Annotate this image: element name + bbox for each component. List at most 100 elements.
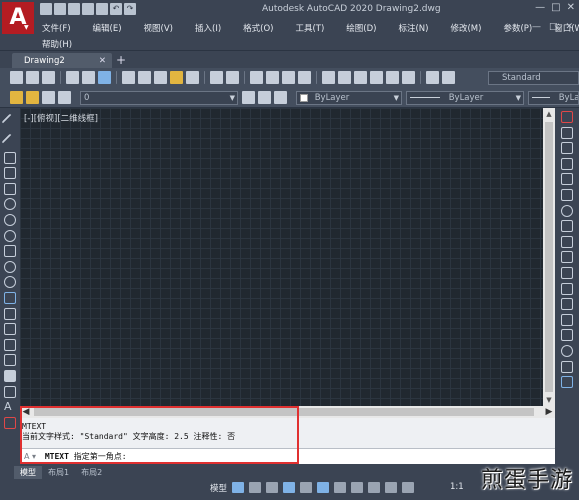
vertical-scrollbar[interactable]: ▲ ▼ [543, 108, 555, 406]
vertical-scroll-thumb[interactable] [545, 122, 553, 392]
tab-close-icon[interactable]: ✕ [99, 53, 106, 69]
explode-icon[interactable] [561, 376, 573, 389]
sheet-set-icon[interactable] [370, 71, 383, 84]
pan-icon[interactable] [250, 71, 263, 84]
region-icon[interactable] [4, 369, 16, 382]
lineweight-dropdown[interactable]: ByLa [528, 91, 579, 105]
command-line-input[interactable]: A ▾ MTEXT 指定第一角点: [20, 448, 555, 464]
publish-icon[interactable] [98, 71, 111, 84]
grid-icon[interactable] [232, 482, 244, 493]
line-icon[interactable] [1, 113, 19, 131]
plot-icon[interactable] [66, 71, 79, 84]
scroll-down-icon[interactable]: ▼ [543, 394, 555, 406]
blend-curves-icon[interactable] [561, 360, 573, 373]
add-selected-icon[interactable] [4, 416, 16, 429]
offset-icon[interactable] [561, 157, 573, 170]
hatch-icon[interactable] [4, 338, 16, 351]
menu-dimension[interactable]: 标注(N) [398, 22, 428, 34]
ortho-icon[interactable] [266, 482, 278, 493]
snap-mode-icon[interactable] [249, 482, 261, 493]
menu-help[interactable]: 帮助(H) [42, 38, 72, 50]
object-snap-icon[interactable] [317, 482, 329, 493]
color-dropdown[interactable]: ByLayer ▼ [296, 91, 402, 105]
save-as-icon[interactable] [82, 3, 94, 15]
quickcalc-icon[interactable] [402, 71, 415, 84]
cut-icon[interactable] [122, 71, 135, 84]
gradient-icon[interactable] [4, 354, 16, 367]
fillet-icon[interactable] [561, 344, 573, 357]
doc-maximize-button[interactable]: □ [549, 22, 558, 32]
new-file-icon[interactable] [40, 3, 52, 15]
design-center-icon[interactable] [338, 71, 351, 84]
properties-icon[interactable] [322, 71, 335, 84]
point-icon[interactable] [4, 323, 16, 336]
layer-properties-icon[interactable] [274, 91, 287, 104]
selection-cycling-icon[interactable] [368, 482, 380, 493]
redo-icon[interactable]: ↷ [124, 3, 136, 15]
text-style-icon[interactable] [442, 71, 455, 84]
print-icon[interactable] [96, 3, 108, 15]
rotate-icon[interactable] [561, 204, 573, 217]
copy-object-icon[interactable] [561, 126, 573, 139]
tab-layout1[interactable]: 布局1 [42, 466, 75, 479]
horizontal-scroll-thumb[interactable] [34, 408, 534, 416]
layer-on-icon[interactable] [10, 91, 23, 104]
tab-model[interactable]: 模型 [14, 466, 42, 479]
layer-color-icon[interactable] [58, 91, 71, 104]
menu-file[interactable]: 文件(F) [42, 22, 71, 34]
open-file-icon[interactable] [54, 3, 66, 15]
zoom-realtime-icon[interactable] [266, 71, 279, 84]
transparency-icon[interactable] [351, 482, 363, 493]
polar-tracking-icon[interactable] [283, 482, 295, 493]
undo-icon[interactable]: ↶ [110, 3, 122, 15]
save-icon[interactable] [68, 3, 80, 15]
ellipse-icon[interactable] [4, 260, 16, 273]
menu-view[interactable]: 视图(V) [144, 22, 173, 34]
polyline-icon[interactable] [4, 151, 16, 164]
move-icon[interactable] [561, 188, 573, 201]
viewport-controls-label[interactable]: [-][俯视][二维线框] [24, 112, 98, 124]
ellipse-arc-icon[interactable] [4, 276, 16, 289]
lineweight-display-icon[interactable] [334, 482, 346, 493]
horizontal-scrollbar[interactable]: ◀ ▶ [20, 406, 555, 418]
auto-scale-icon[interactable] [402, 482, 414, 493]
new-tab-button[interactable]: + [116, 53, 126, 67]
drawing-canvas[interactable]: [-][俯视][二维线框] [20, 108, 543, 406]
tool-palettes-icon[interactable] [354, 71, 367, 84]
break-at-point-icon[interactable] [561, 282, 573, 295]
zoom-window-icon[interactable] [282, 71, 295, 84]
insert-block-icon[interactable] [4, 291, 16, 304]
trim-icon[interactable] [561, 251, 573, 264]
annotation-visibility-icon[interactable] [385, 482, 397, 493]
spline-icon[interactable] [4, 245, 16, 258]
object-snap-tracking-icon[interactable] [300, 482, 312, 493]
rectangle-icon[interactable] [4, 182, 16, 195]
layer-lock-icon[interactable] [42, 91, 55, 104]
layer-dropdown[interactable]: 0 ▼ [80, 91, 238, 105]
menu-insert[interactable]: 插入(I) [195, 22, 221, 34]
command-line-customize-icon[interactable]: A ▾ [24, 452, 36, 461]
menu-tools[interactable]: 工具(T) [295, 22, 324, 34]
make-current-layer-icon[interactable] [242, 91, 255, 104]
paste-icon[interactable] [154, 71, 167, 84]
tab-drawing2[interactable]: Drawing2 ✕ [12, 53, 112, 69]
markup-icon[interactable] [386, 71, 399, 84]
chamfer-icon[interactable] [561, 329, 573, 342]
copy-icon[interactable] [138, 71, 151, 84]
doc-minimize-button[interactable]: — [532, 22, 541, 32]
preview-icon[interactable] [82, 71, 95, 84]
layer-freeze-icon[interactable] [26, 91, 39, 104]
make-block-icon[interactable] [4, 307, 16, 320]
extend-icon[interactable] [561, 266, 573, 279]
revision-cloud-icon[interactable] [4, 229, 16, 242]
qnew-icon[interactable] [10, 71, 23, 84]
doc-close-button[interactable]: ✕ [565, 22, 573, 32]
redo-icon[interactable] [226, 71, 239, 84]
break-icon[interactable] [561, 298, 573, 311]
menu-format[interactable]: 格式(O) [243, 22, 273, 34]
save-icon[interactable] [42, 71, 55, 84]
autocad-logo-button[interactable]: A [2, 2, 34, 34]
polygon-icon[interactable] [4, 167, 16, 180]
undo-icon[interactable] [210, 71, 223, 84]
minimize-button[interactable]: — [535, 2, 545, 13]
